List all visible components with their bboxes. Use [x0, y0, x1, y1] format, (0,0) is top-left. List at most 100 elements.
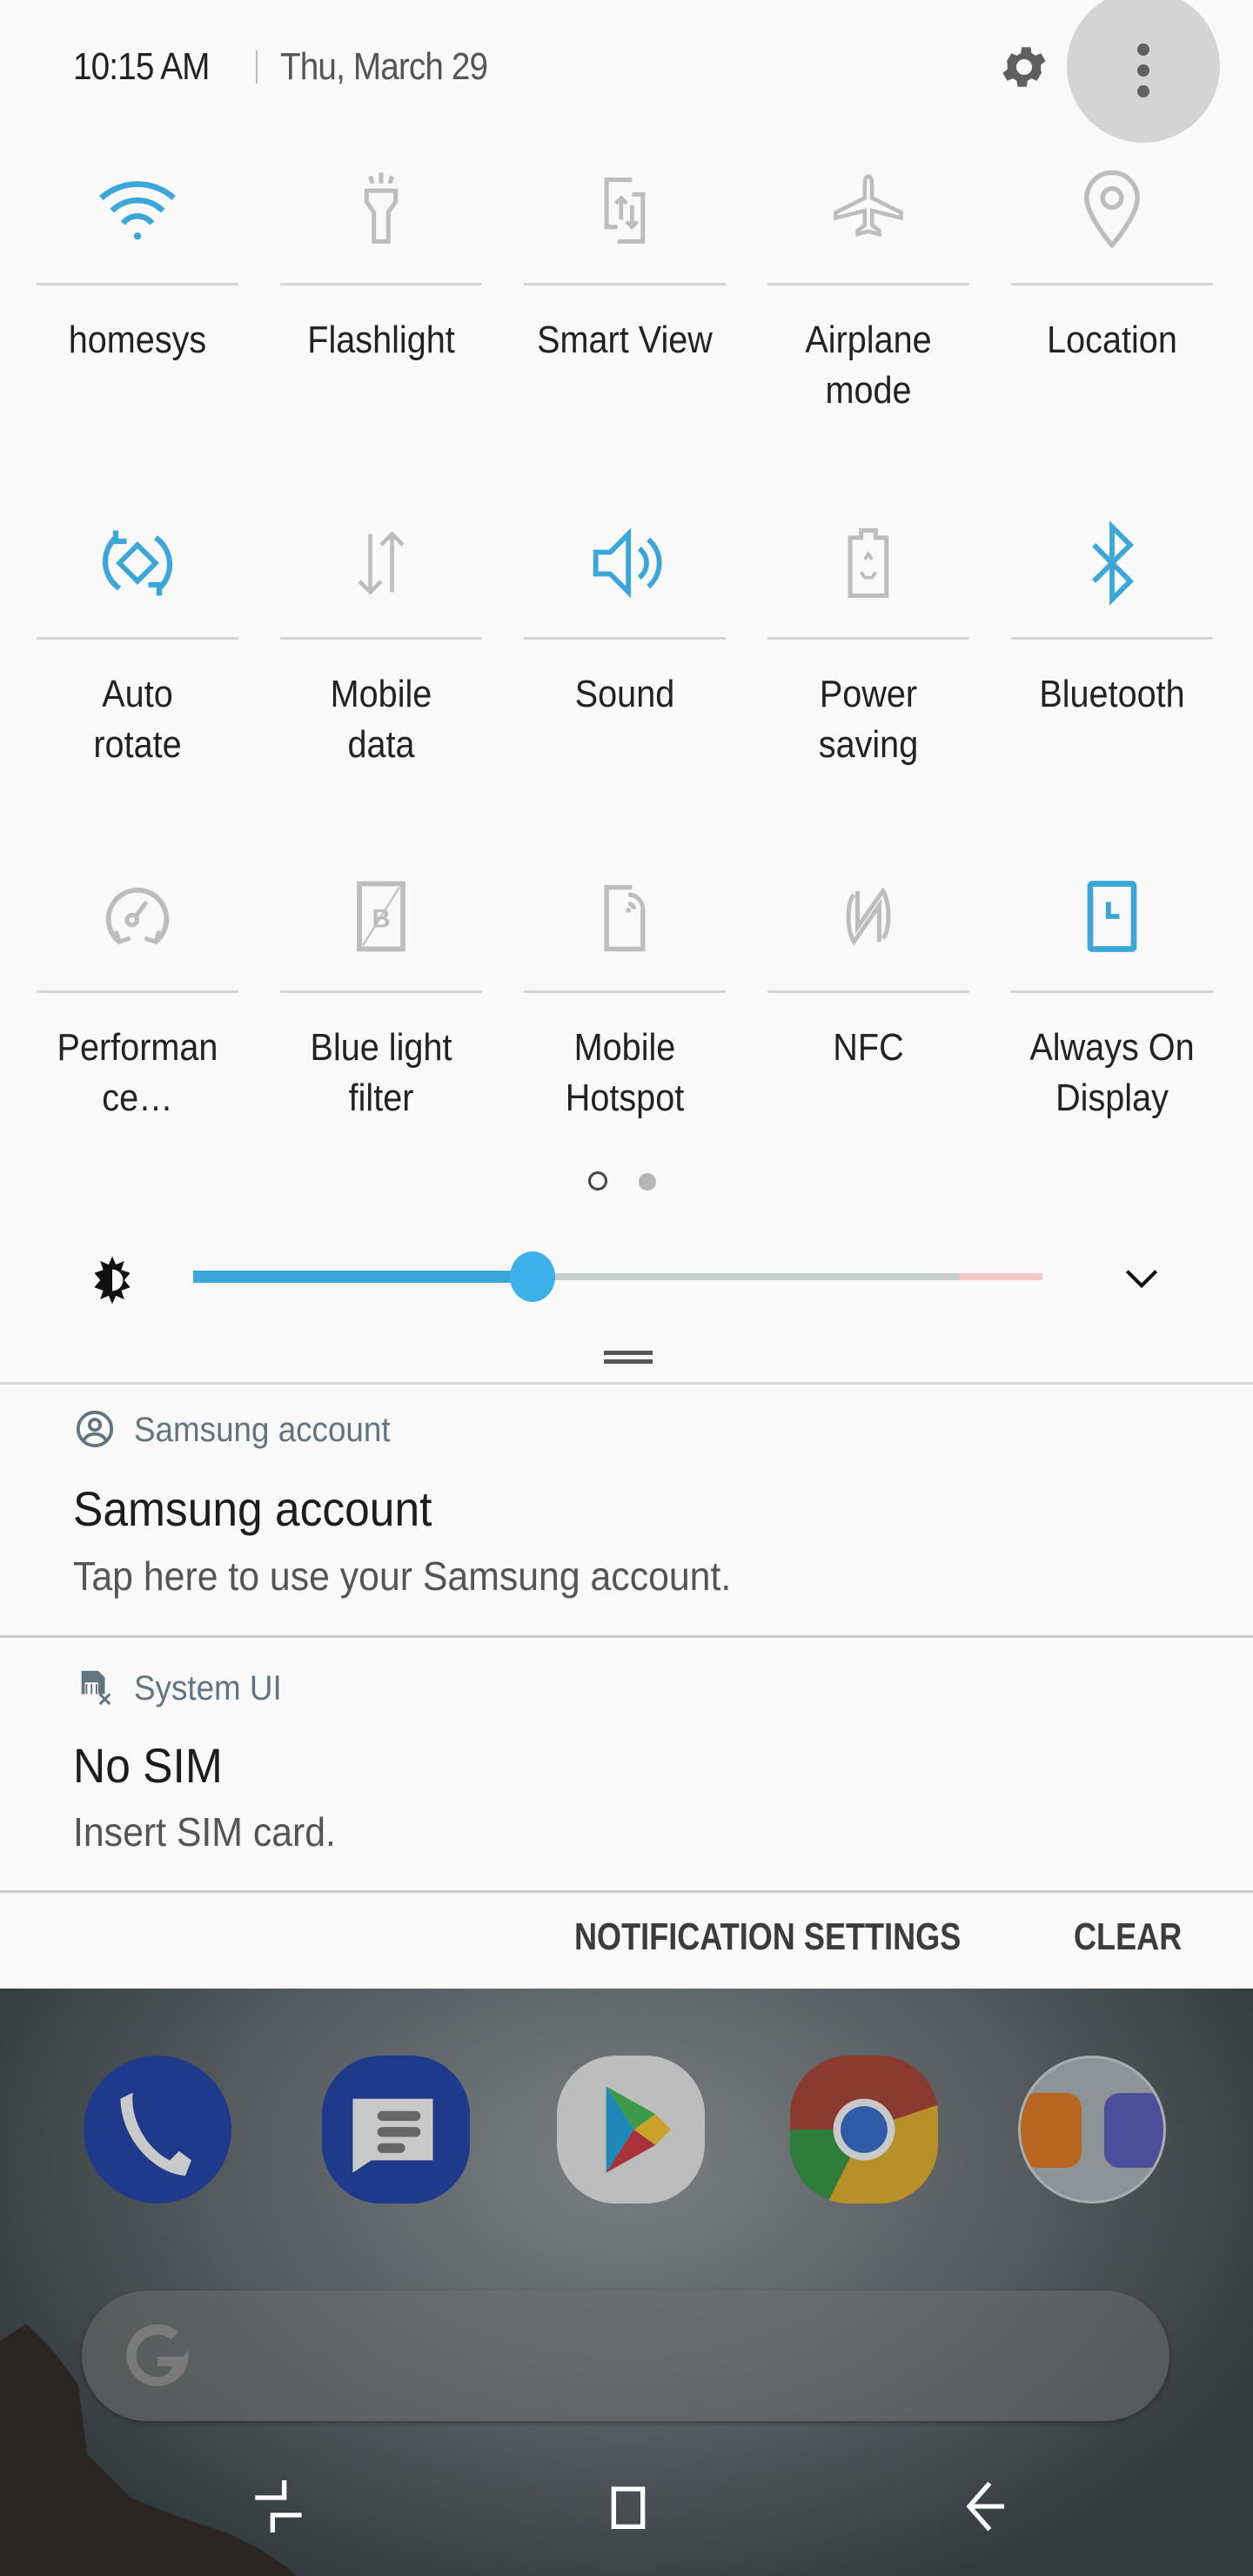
google-search-bar[interactable] — [82, 2291, 1169, 2421]
clock: 10:15 AM — [73, 45, 210, 88]
recents-icon[interactable] — [244, 2472, 313, 2541]
notification-title: Samsung account — [73, 1481, 432, 1536]
tile-divider — [1011, 990, 1213, 993]
tile-label[interactable]: Bluetooth — [1006, 669, 1219, 720]
location-pin-icon[interactable] — [1069, 165, 1156, 252]
wifi-icon[interactable] — [94, 165, 181, 252]
page-dot[interactable] — [639, 1173, 656, 1191]
tile-label[interactable]: Performan ce… — [31, 1023, 245, 1124]
tile-divider — [37, 990, 238, 993]
tile-divider — [1011, 283, 1213, 285]
tile-label-line: Blue light — [310, 1026, 452, 1069]
tile-label-line: Location — [1047, 319, 1177, 361]
always-on-display-icon[interactable] — [1069, 873, 1156, 960]
tile-label[interactable]: Location — [1006, 315, 1219, 366]
tile-label-line: Hotspot — [565, 1077, 685, 1119]
back-icon[interactable] — [943, 2472, 1013, 2541]
sound-icon[interactable] — [581, 520, 668, 607]
notification-body: Insert SIM card. — [73, 1809, 336, 1855]
tile-label[interactable]: Sound — [519, 669, 732, 720]
page-dot-current[interactable] — [588, 1171, 607, 1191]
more-options-button[interactable] — [1067, 0, 1220, 143]
nfc-icon[interactable] — [825, 873, 912, 960]
tile-label[interactable]: Flashlight — [275, 315, 488, 366]
tile-label[interactable]: Mobile data — [275, 669, 488, 770]
bluetooth-icon[interactable] — [1069, 520, 1156, 607]
play-icon — [606, 2086, 672, 2173]
tile-label-line: NFC — [833, 1026, 904, 1069]
account-circle-icon — [76, 1410, 114, 1448]
notification-app-name: Samsung account — [134, 1411, 391, 1449]
brightness-icon — [94, 1256, 131, 1305]
tile-divider — [524, 637, 726, 640]
tile-label-line: Always On — [1029, 1026, 1195, 1069]
handle-bar — [604, 1351, 653, 1355]
tile-label-line: Airplane — [805, 319, 932, 361]
notification-actions: NOTIFICATION SETTINGS CLEAR — [0, 1893, 1253, 1989]
performance-icon[interactable] — [94, 873, 181, 960]
tile-divider — [280, 637, 482, 640]
hotspot-icon[interactable] — [581, 873, 668, 960]
tile-label-line: Mobile — [330, 673, 432, 715]
tile-divider — [37, 637, 238, 640]
smart-view-icon[interactable] — [581, 165, 668, 252]
drag-handle[interactable] — [604, 1351, 653, 1365]
tile-label-line: ce… — [102, 1077, 173, 1119]
tile-label[interactable]: Power saving — [762, 669, 975, 770]
notification-settings-button[interactable]: NOTIFICATION SETTINGS — [574, 1915, 961, 1959]
tile-label-line: Bluetooth — [1039, 673, 1185, 715]
phone-app-icon[interactable] — [84, 2056, 231, 2204]
messages-app-icon[interactable] — [322, 2056, 470, 2204]
tile-label[interactable]: Smart View — [519, 315, 732, 366]
chrome-icon — [790, 2098, 938, 2204]
brightness-slider[interactable] — [193, 1251, 1042, 1302]
chrome-app-icon[interactable] — [790, 2056, 938, 2204]
mobile-data-icon[interactable] — [338, 520, 425, 607]
google-g-icon — [126, 2324, 189, 2386]
blue-light-filter-icon[interactable]: B — [338, 873, 425, 960]
tile-divider — [1011, 637, 1213, 640]
samsung-folder-icon[interactable] — [1018, 2056, 1166, 2204]
notification-panel: 10:15 AM Thu, March 29 homesys Flashlight… — [0, 0, 1253, 1989]
tile-label[interactable]: Mobile Hotspot — [519, 1023, 732, 1124]
tile-label[interactable]: NFC — [762, 1023, 975, 1073]
tile-divider — [524, 283, 726, 285]
notification-samsung-account[interactable]: Samsung account Samsung account Tap here… — [0, 1385, 1253, 1635]
separator — [256, 50, 258, 84]
slider-thumb[interactable] — [510, 1251, 556, 1302]
gear-icon[interactable] — [997, 40, 1051, 94]
phone-icon — [120, 2092, 191, 2177]
tile-label-line: Smart View — [537, 319, 713, 361]
tile-label[interactable]: Auto rotate — [31, 669, 245, 770]
tile-label-line: saving — [818, 723, 919, 766]
tile-label-line: homesys — [68, 319, 207, 361]
notification-no-sim[interactable]: System UI No SIM Insert SIM card. — [0, 1638, 1253, 1890]
date: Thu, March 29 — [280, 45, 488, 88]
tile-label[interactable]: Blue light filter — [275, 1023, 488, 1124]
chevron-down-icon[interactable] — [1117, 1257, 1166, 1300]
tile-label-line: mode — [825, 369, 912, 412]
play-store-app-icon[interactable] — [557, 2056, 705, 2204]
notification-title: No SIM — [73, 1738, 223, 1793]
tile-divider — [767, 283, 969, 285]
tile-label[interactable]: Always On Display — [1006, 1023, 1219, 1124]
tile-divider — [767, 637, 969, 640]
tile-label-line: Auto — [102, 673, 173, 715]
camera-icon — [1104, 2093, 1163, 2168]
tile-label[interactable]: Airplane mode — [762, 315, 975, 416]
tile-label[interactable]: homesys — [31, 315, 245, 366]
tile-label-line: Performan — [57, 1026, 218, 1069]
flashlight-icon[interactable] — [338, 165, 425, 252]
tile-divider — [767, 990, 969, 993]
power-saving-icon[interactable] — [825, 520, 912, 607]
tile-label-line: Flashlight — [307, 319, 455, 361]
clear-button[interactable]: CLEAR — [1074, 1915, 1182, 1959]
tile-label-line: Display — [1055, 1077, 1169, 1119]
home-icon[interactable] — [593, 2472, 663, 2541]
tile-label-line: filter — [348, 1077, 414, 1119]
auto-rotate-icon[interactable] — [94, 520, 181, 607]
more-vert-icon-dot — [1137, 85, 1149, 97]
slider-fill — [193, 1271, 533, 1283]
tile-label-line: Mobile — [573, 1026, 676, 1069]
airplane-icon[interactable] — [825, 165, 912, 252]
